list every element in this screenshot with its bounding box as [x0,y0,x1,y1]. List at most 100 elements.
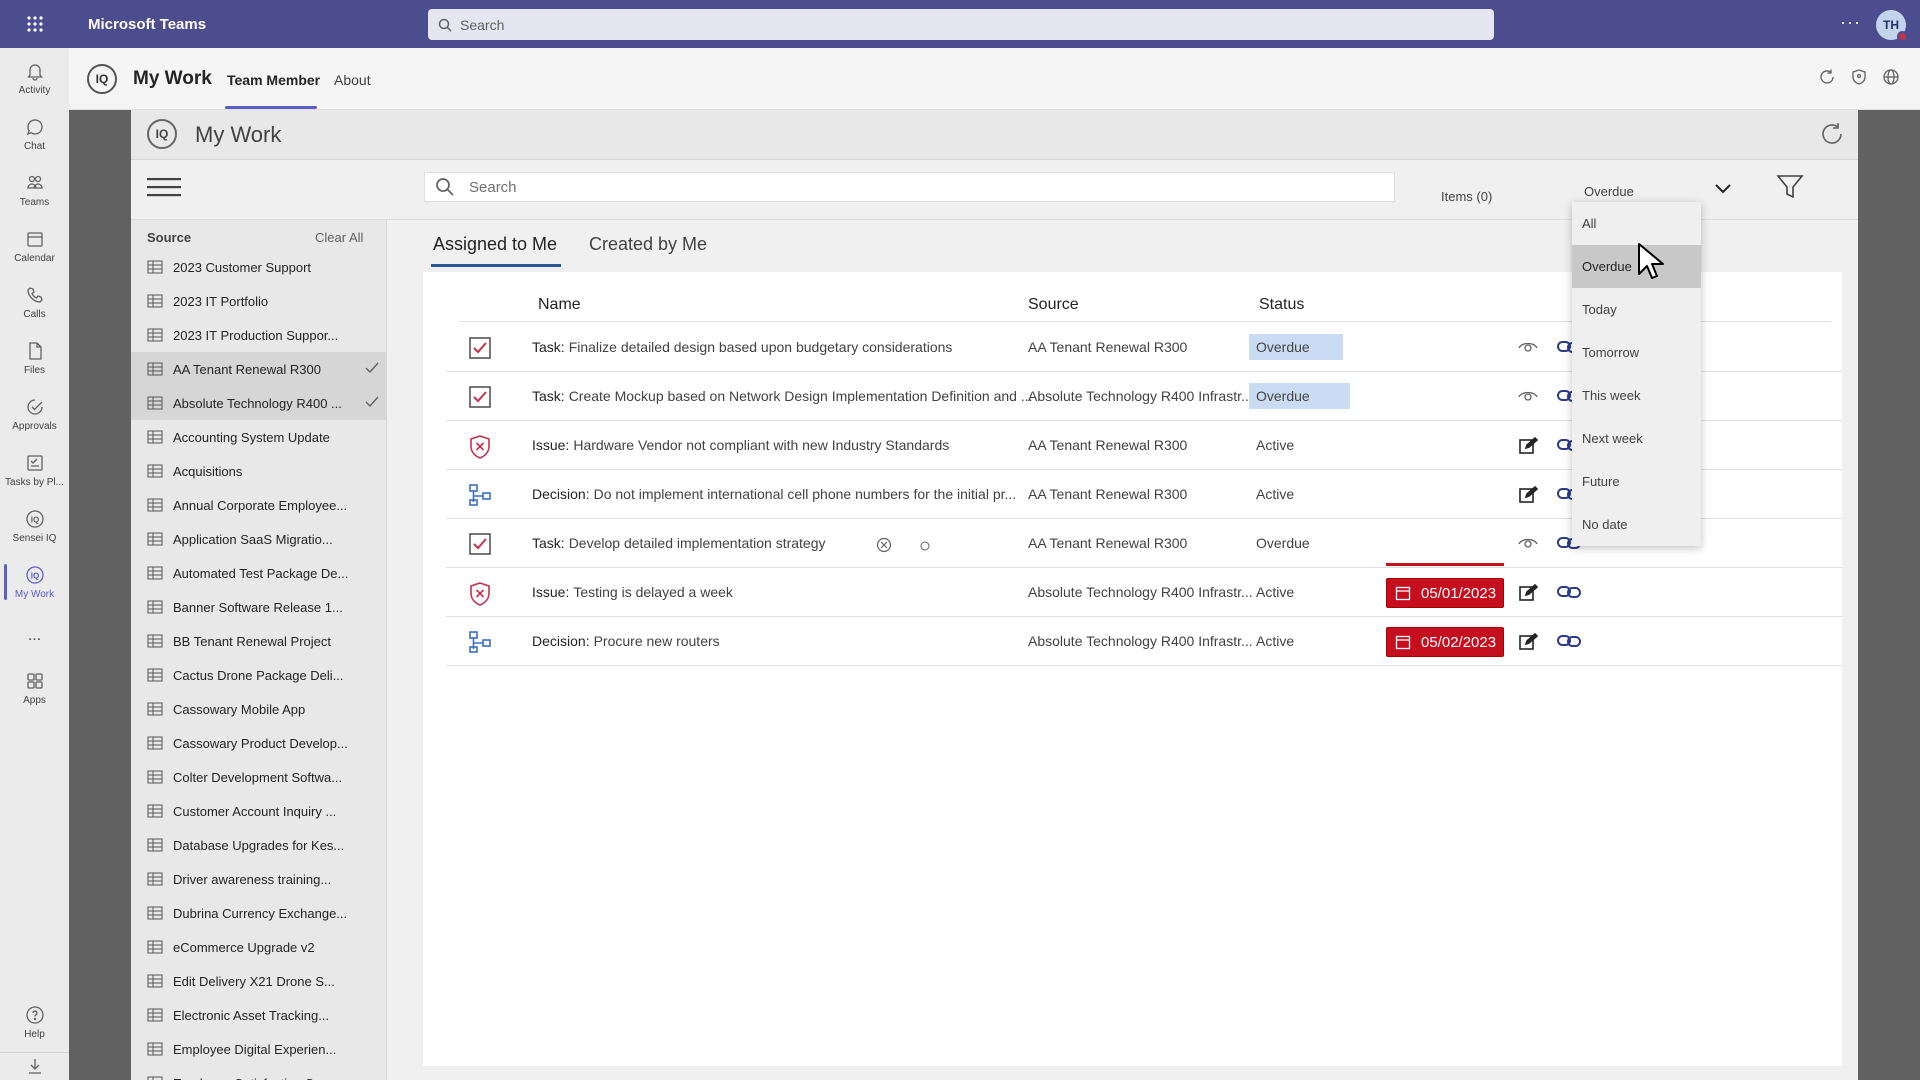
source-item[interactable]: Edit Delivery X21 Drone S... [131,964,386,998]
table-row[interactable]: Decision: Procure new routers Absolute Tec… [446,617,1842,666]
source-item[interactable]: eCommerce Upgrade v2 [131,930,386,964]
dropdown-option[interactable]: Next week [1572,417,1701,460]
content-search-input[interactable]: Search [424,172,1395,202]
avatar[interactable]: TH [1876,10,1908,42]
due-filter-select[interactable]: Overdue [1584,177,1734,205]
status-badge: Active [1256,486,1295,502]
source-item[interactable]: Employee Satisfaction Sur... [131,1066,386,1080]
tab-created-by-me[interactable]: Created by Me [589,234,707,255]
dropdown-option[interactable]: Future [1572,460,1701,503]
item-title: Procure new routers [593,633,720,649]
due-date-badge[interactable]: 05/02/2023 [1386,627,1504,657]
source-item[interactable]: Dubrina Currency Exchange... [131,896,386,930]
item-name[interactable]: Task: Develop detailed implementation str… [532,535,826,551]
source-item[interactable]: 2023 IT Production Suppor... [131,318,386,352]
svg-text:IQ: IQ [30,515,38,524]
edit-button[interactable] [1518,437,1538,455]
tab-about[interactable]: About [334,72,371,88]
column-header-status[interactable]: Status [1259,296,1304,314]
open-link-button[interactable] [1556,632,1582,650]
source-item[interactable]: 2023 IT Portfolio [131,284,386,318]
view-button[interactable] [1518,388,1538,402]
rail-item-sensei-iq[interactable]: IQ Sensei IQ [0,498,69,554]
dropdown-option[interactable]: No date [1572,503,1701,546]
item-name[interactable]: Issue: Testing is delayed a week [532,584,733,600]
rail-item-activity[interactable]: Activity [0,50,69,106]
shield-icon[interactable] [1850,68,1868,86]
source-item[interactable]: Accounting System Update [131,420,386,454]
filter-icon[interactable] [1776,174,1804,200]
rail-item-files[interactable]: Files [0,330,69,386]
source-item[interactable]: AA Tenant Renewal R300 [131,352,386,386]
rail-item-more[interactable]: ... [0,608,69,664]
source-item[interactable]: Customer Account Inquiry ... [131,794,386,828]
view-button[interactable] [1518,339,1538,353]
globe-icon[interactable] [1882,68,1900,86]
rail-item-tasks[interactable]: Tasks by Pl... [0,442,69,498]
rail-label: Apps [23,694,46,706]
refresh-icon[interactable] [1819,121,1845,147]
rail-item-approvals[interactable]: Approvals [0,386,69,442]
view-button[interactable] [1518,535,1538,549]
source-item[interactable]: 2023 Customer Support [131,250,386,284]
clear-all-button[interactable]: Clear All [315,230,363,245]
due-date-text: 05/02/2023 [1421,633,1497,651]
edit-button[interactable] [1518,486,1538,504]
rail-item-calendar[interactable]: Calendar [0,218,69,274]
tab-assigned-to-me[interactable]: Assigned to Me [433,234,557,255]
source-item[interactable]: Cactus Drone Package Deli... [131,658,386,692]
hamburger-menu-icon[interactable] [147,176,181,198]
dropdown-option[interactable]: This week [1572,374,1701,417]
edit-icon [1519,584,1538,601]
source-item[interactable]: Application SaaS Migratio... [131,522,386,556]
source-item[interactable]: Annual Corporate Employee... [131,488,386,522]
rail-item-calls[interactable]: Calls [0,274,69,330]
reload-icon[interactable] [1818,68,1836,86]
source-item[interactable]: Automated Test Package De... [131,556,386,590]
rail-item-teams[interactable]: Teams [0,162,69,218]
grid-icon [147,294,163,308]
edit-button[interactable] [1518,584,1538,602]
iq-icon: IQ [25,565,44,584]
column-header-source[interactable]: Source [1028,296,1079,314]
source-item[interactable]: Banner Software Release 1... [131,590,386,624]
issue-shield-icon [468,581,492,607]
source-item[interactable]: Absolute Technology R400 ... [131,386,386,420]
item-name[interactable]: Task: Create Mockup based on Network Desi… [532,388,1033,404]
calendar-icon [1395,586,1411,601]
due-date-badge[interactable]: 05/01/2023 [1386,578,1504,608]
tab-team-member[interactable]: Team Member [227,72,320,88]
source-item[interactable]: Driver awareness training... [131,862,386,896]
source-item[interactable]: Colter Development Softwa... [131,760,386,794]
column-header-name[interactable]: Name [538,296,581,314]
source-item[interactable]: Cassowary Mobile App [131,692,386,726]
source-item[interactable]: Employee Digital Experien... [131,1032,386,1066]
dropdown-option[interactable]: Today [1572,288,1701,331]
global-search-input[interactable]: Search [428,9,1494,40]
source-item[interactable]: Database Upgrades for Kes... [131,828,386,862]
dropdown-option[interactable]: All [1572,202,1701,245]
item-name[interactable]: Task: Finalize detailed design based upon… [532,339,952,355]
app-launcher-icon[interactable] [0,0,70,48]
dropdown-option[interactable]: Tomorrow [1572,331,1701,374]
edit-button[interactable] [1518,633,1538,651]
table-row[interactable]: Issue: Testing is delayed a week Absolute … [446,568,1842,617]
source-item[interactable]: BB Tenant Renewal Project [131,624,386,658]
more-options-button[interactable]: ··· [1840,12,1861,33]
item-name[interactable]: Decision: Do not implement international … [532,486,1016,502]
open-link-button[interactable] [1556,583,1582,601]
source-item[interactable]: Electronic Asset Tracking... [131,998,386,1032]
item-name[interactable]: Decision: Procure new routers [532,633,720,649]
clear-icon[interactable] [876,537,892,553]
download-button[interactable] [0,1052,69,1080]
radio-icon[interactable] [920,541,930,551]
item-name[interactable]: Issue: Hardware Vendor not compliant with… [532,437,949,453]
rail-item-chat[interactable]: Chat [0,106,69,162]
rail-item-my-work[interactable]: IQ My Work [0,554,69,610]
task-check-icon [468,336,492,360]
rail-item-apps[interactable]: Apps [0,660,69,716]
source-item[interactable]: Cassowary Product Develop... [131,726,386,760]
source-item[interactable]: Acquisitions [131,454,386,488]
rail-label: Activity [18,84,51,96]
rail-item-help[interactable]: Help [0,994,69,1050]
